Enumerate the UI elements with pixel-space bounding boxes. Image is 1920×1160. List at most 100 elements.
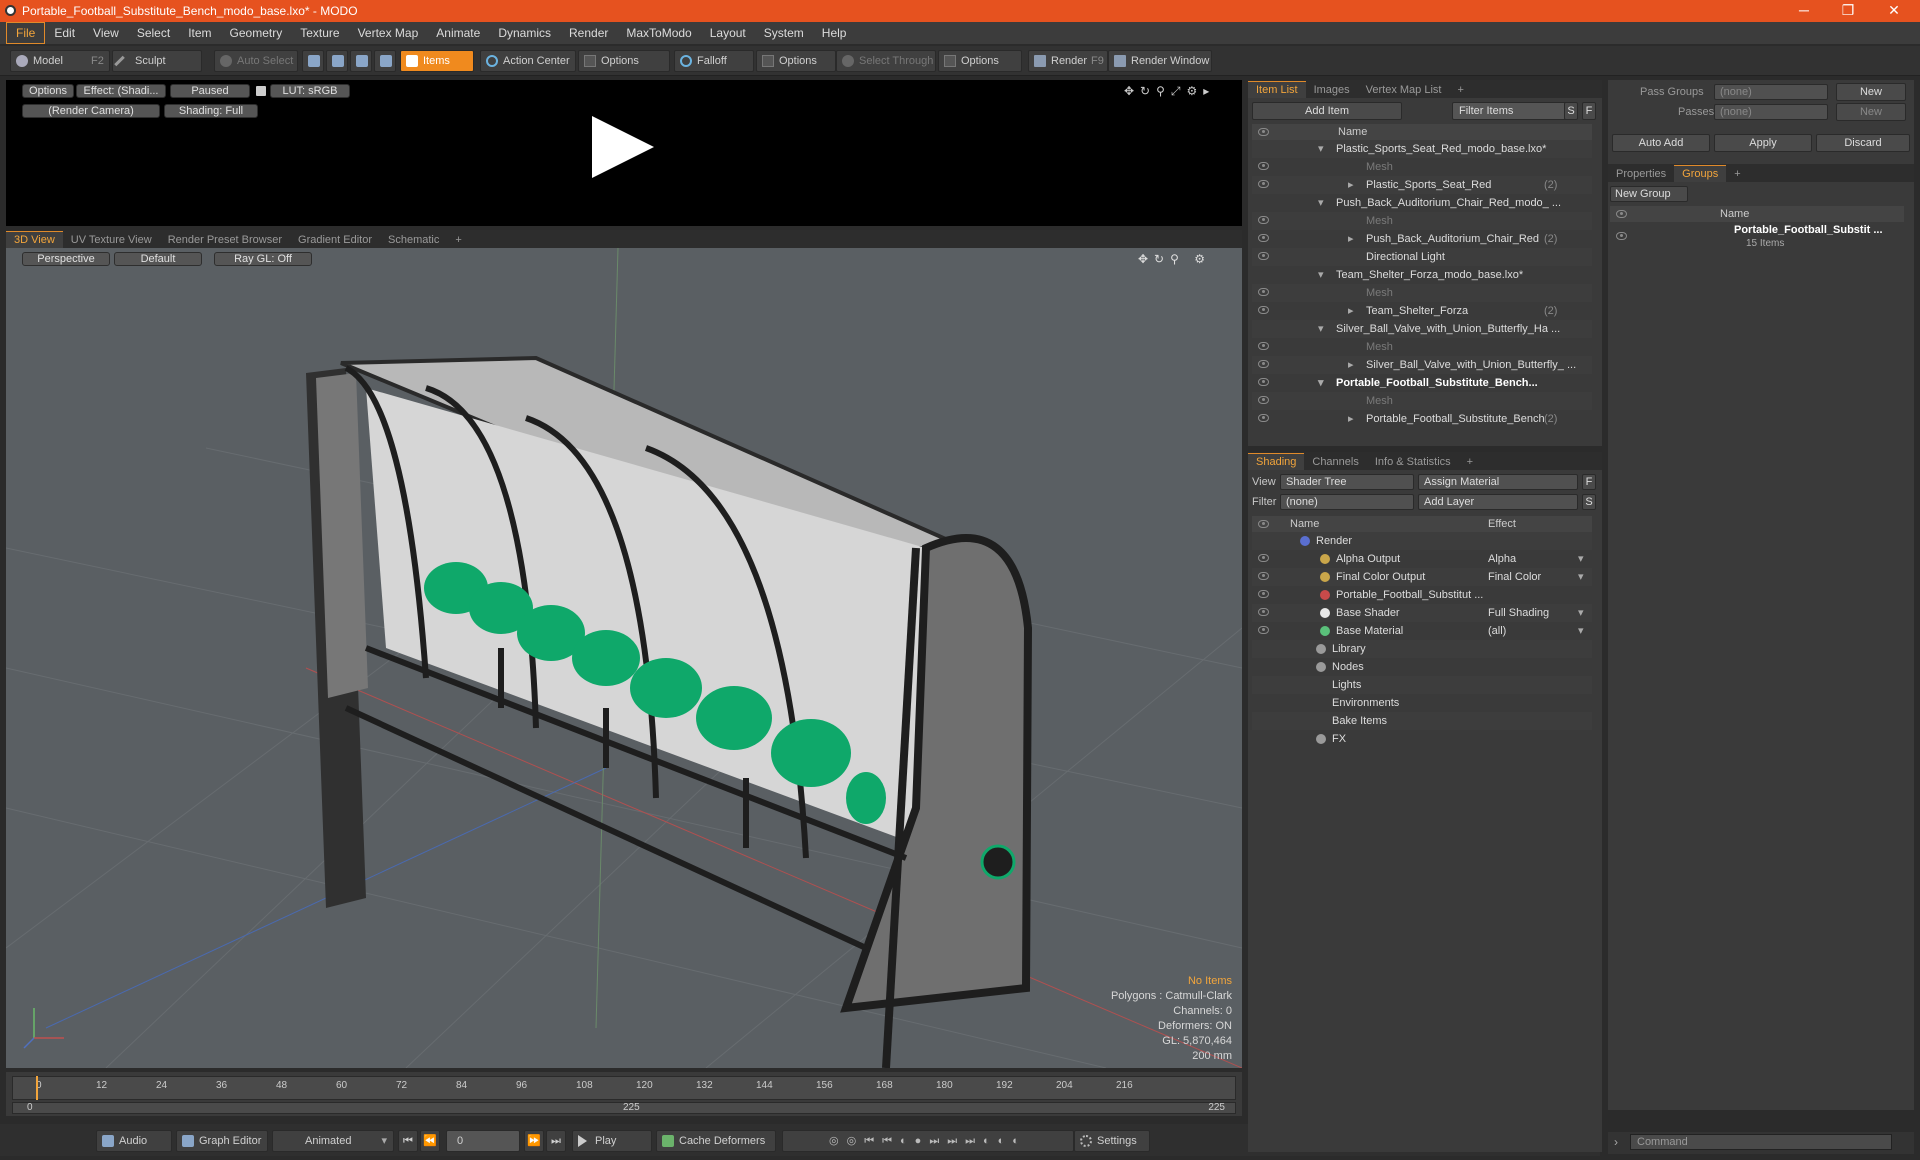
visibility-eye-icon[interactable]: [1258, 396, 1269, 404]
add-tab-button[interactable]: +: [447, 232, 469, 248]
collapse-arrow-icon[interactable]: ▾: [1318, 374, 1324, 392]
preview-options-button[interactable]: Options: [22, 84, 74, 98]
range-bar[interactable]: 0 225 225: [12, 1102, 1236, 1114]
expand-arrow-icon[interactable]: ▸: [1348, 302, 1354, 320]
item-list-row[interactable]: Mesh: [1252, 392, 1592, 410]
menu-edit[interactable]: Edit: [45, 23, 84, 43]
maximize-button[interactable]: ❐: [1828, 0, 1868, 22]
item-list-row[interactable]: ▾ Portable_Football_Substitute_Bench...: [1252, 374, 1592, 392]
visibility-eye-icon[interactable]: [1258, 342, 1269, 350]
shader-tree-row[interactable]: Bake Items: [1252, 712, 1592, 730]
menu-geometry[interactable]: Geometry: [221, 23, 292, 43]
pass-groups-dropdown[interactable]: (none): [1714, 84, 1828, 100]
visibility-eye-icon[interactable]: [1258, 626, 1269, 634]
tab-render-preset-browser[interactable]: Render Preset Browser: [160, 232, 290, 248]
viewport-nav-icons[interactable]: ✥↻⚲ ⚙: [1138, 252, 1238, 266]
menu-help[interactable]: Help: [813, 23, 856, 43]
add-tab-button[interactable]: +: [1726, 166, 1748, 182]
menu-maxtomodo[interactable]: MaxToModo: [617, 23, 700, 43]
tab-item-list[interactable]: Item List: [1248, 81, 1306, 98]
shader-effect-value[interactable]: (all): [1488, 622, 1506, 640]
minimize-button[interactable]: ─: [1784, 0, 1824, 22]
audio-button[interactable]: Audio: [96, 1130, 172, 1152]
collapse-arrow-icon[interactable]: ▾: [1318, 194, 1324, 212]
falloff-button[interactable]: Falloff: [674, 50, 754, 72]
item-list-row[interactable]: Mesh: [1252, 284, 1592, 302]
tab-groups[interactable]: Groups: [1674, 165, 1727, 182]
go-to-start-button[interactable]: ⏮: [398, 1130, 418, 1152]
shader-tree-row[interactable]: Library: [1252, 640, 1592, 658]
play-render-icon[interactable]: [592, 116, 654, 178]
shader-tree-row[interactable]: FX: [1252, 730, 1592, 748]
tab-gradient-editor[interactable]: Gradient Editor: [290, 232, 380, 248]
expand-arrow-icon[interactable]: ▸: [1348, 176, 1354, 194]
time-cursor[interactable]: [36, 1076, 38, 1100]
item-list-row[interactable]: ▸ Plastic_Sports_Seat_Red (2): [1252, 176, 1592, 194]
play-button[interactable]: Play: [572, 1130, 652, 1152]
view-dropdown[interactable]: Shader Tree: [1280, 474, 1414, 490]
visibility-eye-icon[interactable]: [1258, 216, 1269, 224]
collapse-arrow-icon[interactable]: ▾: [1318, 266, 1324, 284]
shading-s-button[interactable]: S: [1582, 494, 1596, 510]
menu-vertex-map[interactable]: Vertex Map: [349, 23, 428, 43]
menu-view[interactable]: View: [84, 23, 128, 43]
lock-icon[interactable]: [256, 86, 266, 96]
expand-arrow-icon[interactable]: ▸: [1348, 230, 1354, 248]
preview-nav-icons[interactable]: ✥↻⚲⤢⚙▸: [1124, 84, 1234, 98]
new-pass-group-button[interactable]: New: [1836, 83, 1906, 101]
tab-3d-view[interactable]: 3D View: [6, 231, 63, 248]
select-through-options-button[interactable]: Options: [938, 50, 1022, 72]
item-list-row[interactable]: ▾ Team_Shelter_Forza_modo_base.lxo*: [1252, 266, 1592, 284]
visibility-eye-icon[interactable]: [1258, 234, 1269, 242]
graph-editor-button[interactable]: Graph Editor: [176, 1130, 268, 1152]
tab-info-statistics[interactable]: Info & Statistics: [1367, 454, 1459, 470]
item-list-row[interactable]: ▾ Push_Back_Auditorium_Chair_Red_modo_ ..…: [1252, 194, 1592, 212]
menu-select[interactable]: Select: [128, 23, 179, 43]
edges-mode-button[interactable]: [326, 50, 348, 72]
item-list-row[interactable]: Directional Light: [1252, 248, 1592, 266]
tab-shading[interactable]: Shading: [1248, 453, 1305, 470]
tab-channels[interactable]: Channels: [1304, 454, 1366, 470]
shader-tree-row[interactable]: Base Material (all) ▾: [1252, 622, 1592, 640]
visibility-eye-icon[interactable]: [1258, 590, 1269, 598]
vertices-mode-button[interactable]: [302, 50, 324, 72]
shader-tree-row[interactable]: Base Shader Full Shading ▾: [1252, 604, 1592, 622]
tab-images[interactable]: Images: [1306, 82, 1358, 98]
item-list-row[interactable]: ▸ Portable_Football_Substitute_Bench (2): [1252, 410, 1592, 428]
model-button[interactable]: Model F2: [10, 50, 110, 72]
menu-texture[interactable]: Texture: [291, 23, 348, 43]
chevron-down-icon[interactable]: ▾: [1578, 604, 1584, 622]
timeline-track[interactable]: [12, 1076, 1236, 1100]
preview-shading-dropdown[interactable]: Shading: Full: [164, 104, 258, 118]
materials-mode-button[interactable]: [374, 50, 396, 72]
shader-tree-row[interactable]: Lights: [1252, 676, 1592, 694]
perspective-dropdown[interactable]: Perspective: [22, 252, 110, 266]
add-layer-dropdown[interactable]: Add Layer: [1418, 494, 1578, 510]
shader-effect-value[interactable]: Final Color: [1488, 568, 1541, 586]
discard-button[interactable]: Discard: [1816, 134, 1910, 152]
animated-dropdown[interactable]: Animated ▾: [272, 1130, 394, 1152]
timeline[interactable]: 0 12 24 36 48 60 72 84 96 108 120 132 144 156 168 180 19…: [6, 1072, 1242, 1116]
shader-tree-row[interactable]: Portable_Football_Substitut ...: [1252, 586, 1592, 604]
tab-properties[interactable]: Properties: [1608, 166, 1674, 182]
visibility-eye-icon[interactable]: [1258, 378, 1269, 386]
add-tab-button[interactable]: +: [1449, 82, 1471, 98]
visibility-eye-icon[interactable]: [1258, 414, 1269, 422]
close-button[interactable]: ✕: [1874, 0, 1914, 22]
tab-schematic[interactable]: Schematic: [380, 232, 447, 248]
auto-add-button[interactable]: Auto Add: [1612, 134, 1710, 152]
default-style-dropdown[interactable]: Default: [114, 252, 202, 266]
prev-key-button[interactable]: ⏪: [420, 1130, 440, 1152]
item-list-row[interactable]: ▾ Plastic_Sports_Seat_Red_modo_base.lxo*: [1252, 140, 1592, 158]
new-group-button[interactable]: New Group: [1610, 186, 1688, 202]
auto-select-button[interactable]: Auto Select: [214, 50, 298, 72]
item-list-row[interactable]: Mesh: [1252, 212, 1592, 230]
visibility-eye-icon[interactable]: [1258, 608, 1269, 616]
items-mode-button[interactable]: Items: [400, 50, 474, 72]
visibility-eye-icon[interactable]: [1258, 252, 1269, 260]
group-row[interactable]: Portable_Football_Substit ... 15 Items: [1610, 224, 1904, 254]
raygl-dropdown[interactable]: Ray GL: Off: [214, 252, 312, 266]
next-key-button[interactable]: ⏩: [524, 1130, 544, 1152]
shader-effect-value[interactable]: Alpha: [1488, 550, 1516, 568]
falloff-options-button[interactable]: Options: [756, 50, 836, 72]
